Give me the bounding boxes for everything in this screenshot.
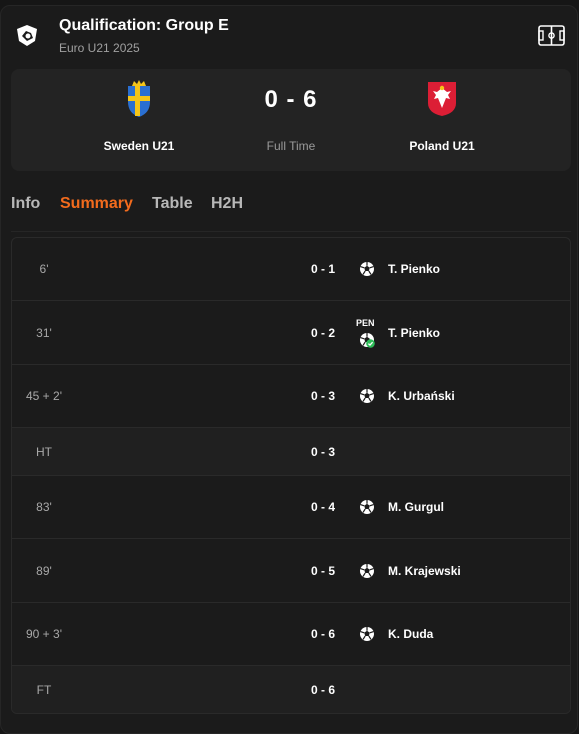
match-score: 0 - 6 [264,86,318,113]
tab-table[interactable]: Table [152,195,193,213]
period-row: FT 0 - 6 [12,666,570,713]
event-minute: 6' [39,262,49,276]
period-score: 0 - 6 [310,683,335,697]
event-minute: 89' [36,564,52,578]
period-label: FT [36,683,52,697]
home-team-name[interactable]: Sweden U21 [89,139,189,153]
event-player[interactable]: K. Duda [388,627,433,641]
penalty-badge: PEN [356,318,375,328]
match-status: Full Time [266,139,316,153]
pitch-view-icon[interactable] [538,25,565,46]
sweden-crest-icon[interactable] [126,80,152,118]
penalty-scored-icon [360,333,375,348]
event-score: 0 - 5 [310,564,335,578]
football-icon [360,564,374,578]
period-label: HT [36,445,52,459]
event-minute: 45 + 2' [26,389,62,403]
event-score: 0 - 1 [310,262,335,276]
event-minute: 31' [36,326,52,340]
competition-title: Qualification: Group E [59,17,229,34]
tabs-divider [11,231,571,232]
league-logo-icon [17,25,37,46]
poland-crest-icon[interactable] [427,81,457,117]
away-team-name[interactable]: Poland U21 [392,139,492,153]
event-row: 6' 0 - 1 T. Pienko [12,238,570,301]
event-score: 0 - 4 [310,500,335,514]
event-player[interactable]: M. Krajewski [388,564,461,578]
event-row: 89' 0 - 5 M. Krajewski [12,539,570,603]
tab-info[interactable]: Info [11,195,40,213]
event-player[interactable]: M. Gurgul [388,500,444,514]
football-icon [360,262,374,276]
scoreboard: Sweden U21 0 - 6 Full Time Poland U21 [11,69,571,171]
competition-subtitle: Euro U21 2025 [59,41,140,55]
event-minute: 83' [36,500,52,514]
event-row: 83' 0 - 4 M. Gurgul [12,476,570,539]
event-score: 0 - 6 [310,627,335,641]
period-score: 0 - 3 [310,445,335,459]
event-score: 0 - 3 [310,389,335,403]
football-icon [360,500,374,514]
tab-summary[interactable]: Summary [60,195,133,213]
events-list: 6' 0 - 1 T. Pienko 31' 0 - 2 PEN T. Pien… [11,237,571,714]
match-header: Qualification: Group E Euro U21 2025 [0,0,579,66]
event-score: 0 - 2 [310,326,335,340]
event-player[interactable]: T. Pienko [388,262,440,276]
event-minute: 90 + 3' [26,627,62,641]
event-row: 90 + 3' 0 - 6 K. Duda [12,603,570,666]
event-player[interactable]: T. Pienko [388,326,440,340]
period-row: HT 0 - 3 [12,428,570,476]
event-row: 31' 0 - 2 PEN T. Pienko [12,301,570,365]
football-icon [360,627,374,641]
event-player[interactable]: K. Urbański [388,389,455,403]
football-icon [360,389,374,403]
event-row: 45 + 2' 0 - 3 K. Urbański [12,365,570,428]
tab-h2h[interactable]: H2H [211,195,243,213]
